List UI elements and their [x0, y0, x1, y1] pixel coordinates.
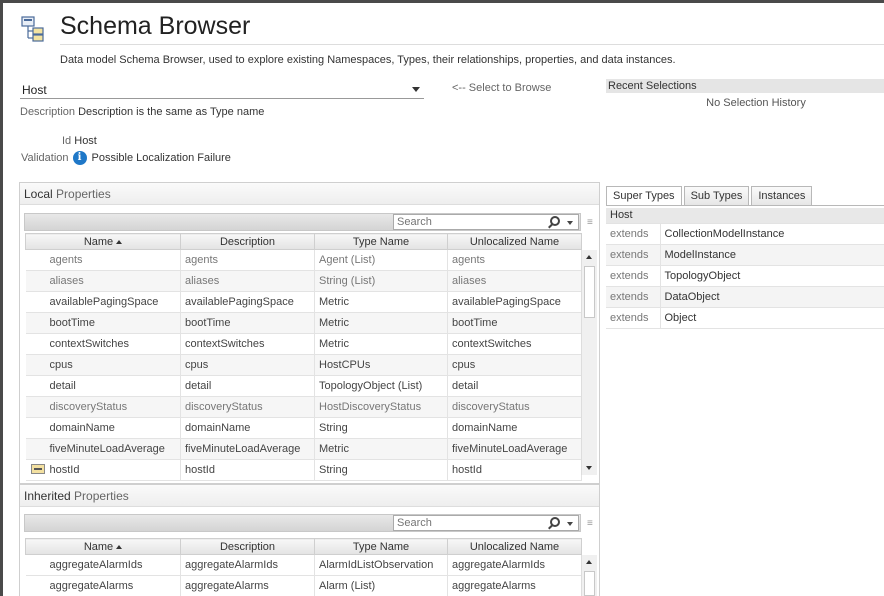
local-search-input[interactable] [394, 215, 524, 229]
search-options-icon[interactable] [567, 522, 573, 526]
browse-hint: <-- Select to Browse [452, 82, 552, 94]
table-row[interactable]: availablePagingSpace availablePagingSpace… [25, 291, 582, 313]
column-header-type-name[interactable]: Type Name [314, 538, 448, 555]
table-header-row: Name Description Type Name Unlocalized N… [25, 233, 582, 250]
local-properties-scrollbar[interactable] [581, 250, 597, 475]
sort-ascending-icon [116, 544, 123, 549]
tab-instances[interactable]: Instances [751, 186, 813, 205]
table-row[interactable]: fiveMinuteLoadAverage fiveMinuteLoadAvera… [25, 438, 582, 460]
key-property-icon [30, 464, 45, 474]
table-row[interactable]: domainName domainName String domainName [25, 417, 582, 439]
search-options-icon[interactable] [567, 221, 573, 225]
table-row[interactable]: aliases aliases String (List) aliases [25, 270, 582, 292]
column-header-unlocalized-name[interactable]: Unlocalized Name [447, 233, 582, 250]
local-search-box [393, 214, 579, 230]
description-label: Description [20, 106, 76, 118]
description-value: Description is the same as Type name [78, 106, 265, 118]
recent-selections-header: Recent Selections [606, 79, 884, 93]
local-properties-header: Local Properties [20, 183, 599, 205]
inherited-properties-header: Inherited Properties [20, 485, 599, 507]
table-row[interactable]: cpus cpus HostCPUs cpus [25, 354, 582, 376]
title-divider [60, 44, 884, 45]
column-chooser-icon[interactable]: ≡ [587, 519, 597, 529]
list-item[interactable]: extends Object [606, 307, 884, 329]
inherited-properties-scrollbar[interactable] [581, 555, 597, 596]
description-row: Description Description is the same as T… [20, 106, 264, 118]
inherited-properties-title-suffix: Properties [74, 489, 129, 503]
search-icon[interactable] [550, 216, 560, 226]
scroll-thumb[interactable] [584, 571, 595, 596]
column-header-type-name[interactable]: Type Name [314, 233, 448, 250]
table-row[interactable]: agents agents Agent (List) agents [25, 249, 582, 271]
column-header-description[interactable]: Description [180, 538, 315, 555]
id-row: Id Host [62, 135, 97, 147]
super-types-table: Host extends CollectionModelInstance exte… [606, 208, 884, 329]
validation-row: Validation i Possible Localization Failu… [21, 151, 231, 165]
page-subtitle: Data model Schema Browser, used to explo… [60, 54, 676, 66]
inherited-search-input[interactable] [394, 516, 524, 530]
scroll-up-icon[interactable] [586, 255, 592, 259]
search-icon[interactable] [550, 517, 560, 527]
super-types-header-row: Host [606, 208, 884, 224]
super-types-header: Host [606, 208, 884, 224]
local-properties-toolbar [24, 213, 581, 231]
tab-sub-types[interactable]: Sub Types [683, 186, 750, 205]
validation-value: Possible Localization Failure [91, 152, 231, 164]
table-row[interactable]: detail detail TopologyObject (List) detail [25, 375, 582, 397]
column-header-unlocalized-name[interactable]: Unlocalized Name [447, 538, 582, 555]
table-row[interactable]: bootTime bootTime Metric bootTime [25, 312, 582, 334]
scroll-down-icon[interactable] [586, 466, 592, 470]
type-relations-tabs: Super Types Sub Types Instances [606, 186, 814, 206]
inherited-properties-toolbar [24, 514, 581, 532]
scroll-up-icon[interactable] [586, 560, 592, 564]
table-header-row: Name Description Type Name Unlocalized N… [25, 538, 582, 555]
column-header-description[interactable]: Description [180, 233, 315, 250]
list-item[interactable]: extends ModelInstance [606, 244, 884, 266]
recent-selections-empty: No Selection History [706, 97, 806, 109]
id-label: Id [62, 135, 72, 147]
chevron-down-icon[interactable] [412, 87, 420, 92]
table-row[interactable]: aggregateAlarms aggregateAlarms Alarm (Lis… [25, 575, 582, 596]
local-properties-title-prefix: Local [24, 187, 53, 201]
window-frame-left [0, 0, 3, 596]
local-properties-title-suffix: Properties [56, 187, 111, 201]
sort-ascending-icon [116, 239, 123, 244]
validation-label: Validation [21, 152, 69, 164]
inherited-properties-table: Name Description Type Name Unlocalized N… [25, 538, 582, 596]
inherited-properties-title-prefix: Inherited [24, 489, 71, 503]
page-title: Schema Browser [60, 12, 251, 40]
column-chooser-icon[interactable]: ≡ [587, 218, 597, 228]
type-select-value: Host [22, 83, 47, 97]
list-item[interactable]: extends DataObject [606, 286, 884, 308]
list-item[interactable]: extends CollectionModelInstance [606, 223, 884, 245]
id-value: Host [74, 135, 97, 147]
table-row[interactable]: discoveryStatus discoveryStatus HostDiscov… [25, 396, 582, 418]
tabs-divider [606, 205, 884, 206]
type-select[interactable]: Host [20, 81, 424, 99]
scroll-thumb[interactable] [584, 266, 595, 318]
schema-browser-icon [21, 16, 44, 42]
list-item[interactable]: extends TopologyObject [606, 265, 884, 287]
column-header-name[interactable]: Name [25, 538, 181, 555]
tab-super-types[interactable]: Super Types [606, 186, 682, 206]
column-header-name[interactable]: Name [25, 233, 181, 250]
local-properties-table: Name Description Type Name Unlocalized N… [25, 233, 582, 481]
info-icon[interactable]: i [72, 151, 87, 165]
table-row[interactable]: contextSwitches contextSwitches Metric cont… [25, 333, 582, 355]
window-frame-top [0, 0, 884, 3]
inherited-search-box [393, 515, 579, 531]
table-row[interactable]: aggregateAlarmIds aggregateAlarmIds AlarmI… [25, 554, 582, 576]
table-row[interactable]: hostId hostId String hostId [25, 459, 582, 481]
